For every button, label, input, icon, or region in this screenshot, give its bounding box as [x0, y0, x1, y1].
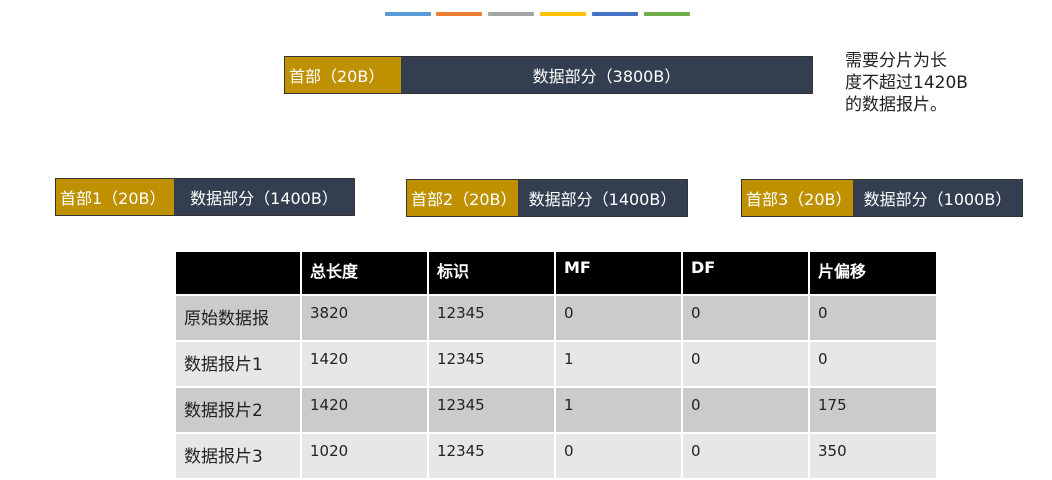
- stripe-darkblue: [592, 12, 638, 16]
- fragment-3-header: 首部3（20B）: [742, 180, 853, 216]
- stripe-gray: [488, 12, 534, 16]
- note-line-1: 需要分片为长: [845, 51, 947, 71]
- header-mf: MF: [554, 250, 683, 296]
- row-label: 原始数据报: [174, 294, 302, 342]
- stripe-yellow: [540, 12, 586, 16]
- cell-identification: 12345: [427, 340, 556, 388]
- cell-df: 0: [681, 386, 810, 434]
- original-header: 首部（20B）: [285, 57, 401, 93]
- cell-fragment-offset: 0: [808, 294, 938, 342]
- cell-df: 0: [681, 340, 810, 388]
- row-label: 数据报片1: [174, 340, 302, 388]
- header-fragment-offset: 片偏移: [808, 250, 938, 296]
- fragmentation-note: 需要分片为长 度不超过1420B 的数据报片。: [845, 50, 985, 116]
- header-total-length: 总长度: [300, 250, 429, 296]
- table-row: 数据报片3 1020 12345 0 0 350: [174, 432, 938, 480]
- cell-mf: 0: [554, 432, 683, 480]
- fragment-3: 首部3（20B） 数据部分（1000B）: [741, 179, 1023, 217]
- cell-total-length: 1420: [300, 386, 429, 434]
- original-data: 数据部分（3800B）: [401, 57, 812, 93]
- cell-identification: 12345: [427, 386, 556, 434]
- header-df: DF: [681, 250, 810, 296]
- cell-identification: 12345: [427, 294, 556, 342]
- note-line-3: 的数据报片。: [845, 95, 947, 115]
- fragmentation-table: 总长度 标识 MF DF 片偏移 原始数据报 3820 12345 0 0 0 …: [174, 250, 938, 480]
- table-row: 数据报片1 1420 12345 1 0 0: [174, 340, 938, 388]
- cell-df: 0: [681, 432, 810, 480]
- table-header-row: 总长度 标识 MF DF 片偏移: [174, 250, 938, 296]
- fragment-1-header: 首部1（20B）: [56, 179, 174, 215]
- fragment-2-data: 数据部分（1400B）: [518, 180, 687, 216]
- note-line-2: 度不超过1420B: [845, 73, 968, 93]
- row-label: 数据报片2: [174, 386, 302, 434]
- cell-mf: 0: [554, 294, 683, 342]
- fragment-1: 首部1（20B） 数据部分（1400B）: [55, 178, 355, 216]
- cell-total-length: 1420: [300, 340, 429, 388]
- table-row: 数据报片2 1420 12345 1 0 175: [174, 386, 938, 434]
- fragment-2: 首部2（20B） 数据部分（1400B）: [406, 179, 688, 217]
- cell-mf: 1: [554, 340, 683, 388]
- cell-total-length: 1020: [300, 432, 429, 480]
- stripe-green: [644, 12, 690, 16]
- fragment-2-header: 首部2（20B）: [407, 180, 518, 216]
- cell-fragment-offset: 175: [808, 386, 938, 434]
- header-cell-empty: [174, 250, 302, 296]
- stripe-blue: [385, 12, 431, 16]
- fragment-1-data: 数据部分（1400B）: [174, 179, 354, 215]
- fragment-3-data: 数据部分（1000B）: [853, 180, 1022, 216]
- original-datagram: 首部（20B） 数据部分（3800B）: [284, 56, 813, 94]
- row-label: 数据报片3: [174, 432, 302, 480]
- cell-fragment-offset: 350: [808, 432, 938, 480]
- cell-df: 0: [681, 294, 810, 342]
- cell-total-length: 3820: [300, 294, 429, 342]
- header-identification: 标识: [427, 250, 556, 296]
- stripe-orange: [436, 12, 482, 16]
- cell-fragment-offset: 0: [808, 340, 938, 388]
- cell-mf: 1: [554, 386, 683, 434]
- table-row: 原始数据报 3820 12345 0 0 0: [174, 294, 938, 342]
- cell-identification: 12345: [427, 432, 556, 480]
